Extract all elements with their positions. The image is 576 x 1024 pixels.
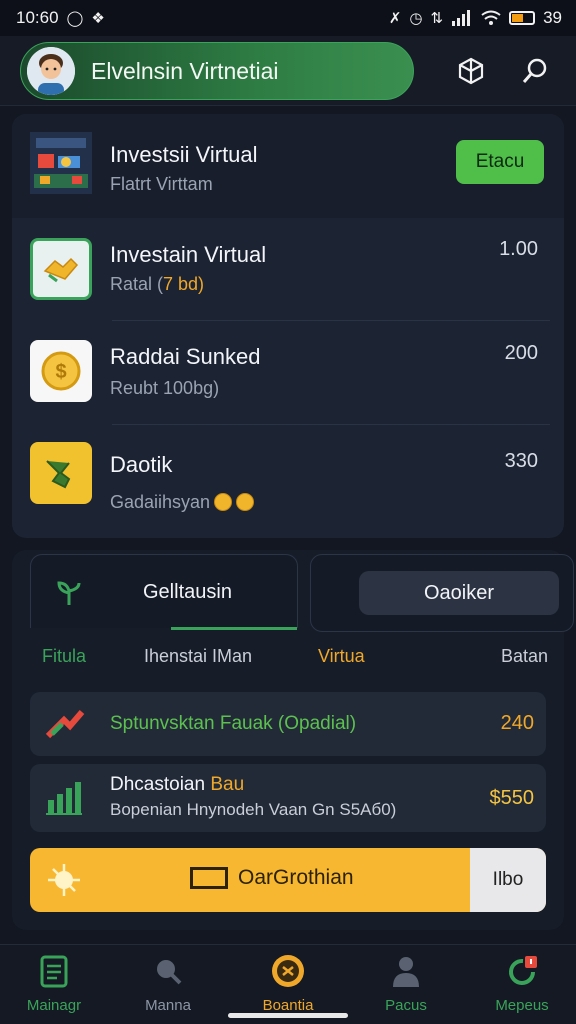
column-headers: Fitula Ihenstai IMan Virtua Batan [42, 646, 548, 670]
row-value: 330 [504, 450, 538, 472]
clock-icon: ◷ [409, 10, 423, 27]
signal-icon [452, 10, 471, 26]
bar-chart-icon [44, 778, 84, 823]
avatar[interactable] [27, 47, 75, 95]
tab-right[interactable]: Oaoiker [310, 554, 574, 632]
nav-label: Mepeus [495, 997, 549, 1014]
sprout-icon [55, 579, 83, 612]
item-title: Dhcastoian Bau [110, 774, 245, 795]
nav-label: Mainagr [26, 997, 82, 1014]
nav-label: Manna [145, 997, 191, 1014]
divider [112, 320, 550, 321]
bottom-nav: Mainagr Manna Boantia Pacus Mepeus [0, 944, 576, 1024]
handshake-icon [30, 238, 92, 300]
tab-underline [171, 627, 297, 630]
coin-icon [214, 493, 233, 511]
alarm-icon: ◯ [66, 10, 84, 27]
coin-icon [236, 493, 255, 511]
sparkle-icon [46, 862, 82, 903]
row-title: Investsii Virtual [110, 142, 258, 167]
nav-item-center[interactable]: Boantia [238, 953, 338, 1017]
cube-icon[interactable] [454, 54, 488, 88]
row-subtitle: Gadaiihsyan [110, 492, 255, 513]
tab-left[interactable]: Gelltausin [30, 554, 298, 630]
row-title: Investain Virtual [110, 242, 267, 267]
person-icon [388, 953, 424, 989]
row-title: Daotik [110, 452, 173, 477]
tab-label: Gelltausin [143, 581, 232, 603]
row-title: Raddai Sunked [110, 344, 261, 369]
nav-label: Pacus [385, 997, 427, 1014]
action-side-button[interactable]: Ilbo [470, 848, 546, 912]
wifi-icon [481, 10, 501, 25]
investments-card: Investsii Virtual Flatrt Virttam Etacu I… [12, 114, 564, 538]
coin-icon [270, 953, 306, 989]
list-item[interactable]: Daotik Gadaiihsyan 330 [12, 426, 564, 528]
action-label: OarGrothian [190, 866, 354, 890]
svg-text:$: $ [55, 361, 66, 383]
column-header[interactable]: Ihenstai IMan [144, 646, 252, 667]
nav-item-profile[interactable]: Pacus [356, 953, 456, 1017]
nav-label: Boantia [262, 997, 314, 1014]
list-item[interactable]: Investain Virtual Ratal (7 bd) 1.00 [12, 218, 564, 320]
item-subtitle: Bopenian Hnynodeh Vaan Gn S5Аб0) [110, 800, 397, 819]
battery-level: 39 [543, 8, 562, 27]
action-button[interactable]: OarGrothian Ilbo [30, 848, 546, 912]
coin-icon: $ [30, 340, 92, 402]
item-value: 240 [500, 712, 534, 734]
column-header[interactable]: Fitula [42, 646, 86, 667]
status-time: 10:60 [16, 8, 59, 27]
list-item[interactable]: $ Raddai Sunked Reubt 100bg) 200 [12, 322, 564, 424]
row-value: 200 [504, 342, 538, 364]
home-indicator[interactable] [228, 1013, 348, 1018]
item-title: Sptunvsktan Fauak (Opadial) [110, 713, 357, 734]
search-icon [150, 953, 186, 989]
list-item[interactable]: Investsii Virtual Flatrt Virttam Etacu [12, 114, 564, 218]
row-subtitle: Flatrt Virttam [110, 174, 213, 194]
nav-item-search[interactable]: Manna [118, 953, 218, 1017]
column-header[interactable]: Batan [501, 646, 548, 667]
divider [112, 424, 550, 425]
plant-icon [30, 442, 92, 504]
profile-name: Elvelnsin Virtnetiai [91, 57, 279, 84]
profile-pill[interactable]: Elvelnsin Virtnetiai [20, 42, 414, 100]
battery-icon [509, 11, 536, 25]
refresh-alert-icon [504, 953, 540, 989]
item-value: $550 [489, 787, 535, 809]
app-header: Elvelnsin Virtnetiai [0, 36, 576, 106]
column-header[interactable]: Virtua [318, 646, 365, 667]
mute-icon: ✗ [388, 10, 402, 27]
search-icon[interactable] [518, 54, 552, 88]
market-thumbnail-icon [30, 132, 92, 194]
clipboard-icon [36, 953, 72, 989]
avatar-icon [27, 47, 75, 95]
box-icon [190, 867, 228, 889]
list-item[interactable]: Sptunvsktan Fauak (Opadial) 240 [30, 692, 546, 756]
nav-item-reports[interactable]: Mepeus [472, 953, 572, 1017]
nav-item-manager[interactable]: Mainagr [4, 953, 104, 1017]
row-subtitle: Reubt 100bg) [110, 378, 220, 398]
trading-panel: Gelltausin Oaoiker Fitula Ihenstai IMan … [12, 550, 574, 930]
status-bar: 10:60 ◯ ❖ ✗ ◷ ⇅ 39 [0, 0, 576, 36]
arrow-trend-icon [44, 706, 86, 747]
list-item[interactable]: Dhcastoian Bau Bopenian Hnynodeh Vaan Gn… [30, 764, 546, 832]
row-value: 1.00 [499, 238, 538, 260]
row-subtitle: Ratal (7 bd) [110, 274, 205, 294]
notification-icon: ❖ [91, 10, 105, 27]
tab-pill[interactable]: Oaoiker [359, 571, 559, 615]
data-icon: ⇅ [430, 10, 444, 27]
status-button[interactable]: Etacu [456, 140, 544, 184]
